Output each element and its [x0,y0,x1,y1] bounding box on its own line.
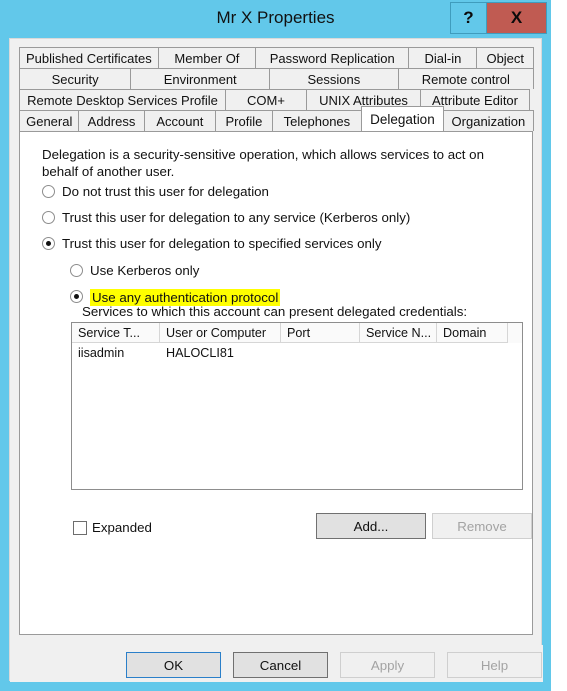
tab-profile[interactable]: Profile [215,110,273,131]
delegation-option-label: Trust this user for delegation to specif… [62,236,382,251]
title-bar: Mr X Properties ? X [0,0,551,38]
delegation-option-1[interactable]: Do not trust this user for delegation [42,184,269,199]
delegation-description: Delegation is a security-sensitive opera… [42,147,484,179]
tab-organization[interactable]: Organization [442,110,534,131]
add-button[interactable]: Add... [316,513,426,539]
help-button: Help [447,652,542,678]
tab-row-1: Published Certificates Member Of Password … [19,47,534,68]
delegation-option-2[interactable]: Trust this user for delegation to any se… [42,210,410,225]
dialog-footer: OK Cancel Apply Help [10,645,543,682]
delegation-tab-panel: Delegation is a security-sensitive opera… [19,131,533,635]
close-icon-button[interactable]: X [487,2,547,34]
radio-icon[interactable] [42,237,55,250]
tab-remote-control[interactable]: Remote control [397,68,534,89]
expanded-checkbox[interactable] [73,520,87,535]
tab-remote-desktop-services-profile[interactable]: Remote Desktop Services Profile [19,89,226,110]
list-cell-service-type: iisadmin [78,346,125,360]
help-icon-button[interactable]: ? [450,2,487,34]
list-header-row: Service T... User or Computer Port Service … [72,323,522,343]
radio-icon[interactable] [42,211,55,224]
expanded-checkbox-row[interactable]: Expanded [73,520,152,535]
list-body: iisadmin HALOCLI81 [72,343,522,363]
tab-telephones[interactable]: Telephones [271,110,363,131]
radio-icon[interactable] [70,290,83,303]
expanded-label: Expanded [92,520,152,535]
tab-row-2: Security Environment Sessions Remote contro… [19,68,534,89]
radio-icon[interactable] [42,185,55,198]
tab-strip: Published Certificates Member Of Password … [19,47,534,131]
services-list-label: Services to which this account can prese… [82,304,468,319]
tab-delegation[interactable]: Delegation [361,106,444,131]
delegation-option-label: Trust this user for delegation to any se… [62,210,411,225]
tab-row-3: Remote Desktop Services Profile COM+ UNIX … [19,89,533,110]
list-column-header[interactable]: User or Computer [160,323,281,343]
list-column-header[interactable]: Service T... [72,323,160,343]
title-bar-buttons: ? X [450,2,547,34]
tab-row-4: General Address Account Profile Telephones De… [19,106,534,131]
delegation-suboption-label: Use Kerberos only [90,263,200,278]
list-cell-service-name [360,343,437,363]
tab-account[interactable]: Account [143,110,217,131]
tab-published-certificates[interactable]: Published Certificates [19,47,159,68]
ok-button[interactable]: OK [126,652,221,678]
tab-com[interactable]: COM+ [225,89,307,110]
list-cell-user-or-computer: HALOCLI81 [166,346,234,360]
remove-button: Remove [432,513,532,539]
delegation-option-3[interactable]: Trust this user for delegation to specif… [42,236,382,251]
tab-sessions[interactable]: Sessions [269,68,399,89]
list-column-header[interactable]: Service N... [360,323,437,343]
list-cell-domain [437,343,508,363]
tab-security[interactable]: Security [19,68,132,89]
tab-environment[interactable]: Environment [130,68,271,89]
tab-general[interactable]: General [19,110,80,131]
radio-icon[interactable] [70,264,83,277]
list-row[interactable]: iisadmin HALOCLI81 [72,343,522,363]
tab-password-replication[interactable]: Password Replication [255,47,410,68]
cancel-button[interactable]: Cancel [233,652,328,678]
dialog-body: Published Certificates Member Of Password … [9,38,543,682]
delegated-services-list[interactable]: Service T... User or Computer Port Service … [71,322,523,490]
tab-member-of[interactable]: Member Of [157,47,257,68]
list-column-header[interactable]: Domain [437,323,508,343]
tab-dial-in[interactable]: Dial-in [408,47,478,68]
apply-button: Apply [340,652,435,678]
delegation-suboption-1[interactable]: Use Kerberos only [70,263,199,278]
tab-address[interactable]: Address [78,110,145,131]
delegation-option-label: Do not trust this user for delegation [62,184,269,199]
list-column-header[interactable]: Port [281,323,360,343]
tab-object[interactable]: Object [476,47,534,68]
list-cell-port [281,343,360,363]
properties-window: Mr X Properties ? X Published Certificat… [0,0,551,691]
